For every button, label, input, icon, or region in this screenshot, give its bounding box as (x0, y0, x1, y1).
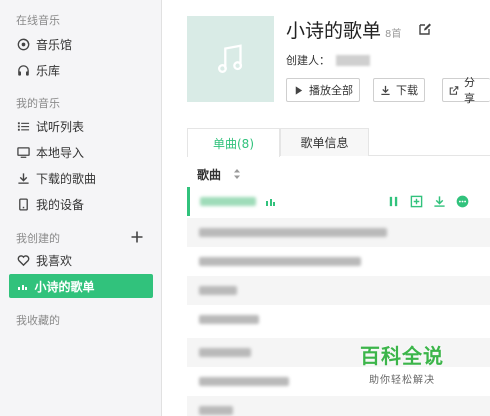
sidebar-item-trial-list[interactable]: 试听列表 (16, 116, 84, 136)
sidebar-item-label: 我的设备 (36, 197, 85, 212)
creator-label: 创建人： (286, 54, 330, 67)
play-all-label: 播放全部 (309, 84, 353, 97)
app-window: 在线音乐 音乐馆 乐库 我的音乐 试听列表 本地导入 下载的歌曲 我的设备 我创… (0, 0, 490, 416)
creator-row: 创建人： (286, 52, 370, 68)
watermark: 百科全说 助你轻松解决 (354, 340, 450, 386)
playlist-cover (187, 16, 274, 102)
section-my-title: 我的音乐 (16, 97, 60, 110)
song-title-blurred (200, 197, 256, 206)
table-row[interactable] (187, 276, 490, 305)
sidebar-item-label: 我喜欢 (36, 253, 73, 268)
song-count: 8首 (385, 29, 402, 40)
song-title-blurred (199, 228, 387, 237)
download-label: 下载 (396, 84, 418, 97)
table-row[interactable] (187, 218, 490, 247)
column-song[interactable]: 歌曲 (197, 166, 221, 183)
download-icon (381, 85, 390, 95)
play-all-button[interactable]: 播放全部 (286, 78, 360, 102)
section-collected-title: 我收藏的 (16, 314, 60, 327)
playing-bars-icon (18, 282, 29, 290)
sidebar-item-label: 乐库 (36, 63, 61, 78)
sidebar-item-label: 音乐馆 (36, 37, 73, 52)
add-to-icon[interactable] (409, 194, 423, 208)
sort-icon[interactable] (233, 168, 241, 180)
tab-playlist-info[interactable]: 歌单信息 (280, 128, 369, 156)
share-button[interactable]: 分享 (442, 76, 490, 105)
song-title-blurred (199, 286, 237, 295)
song-title-blurred (199, 377, 289, 386)
download-button[interactable]: 下载 (373, 78, 425, 102)
plus-icon (131, 231, 143, 243)
edit-icon[interactable] (418, 21, 432, 35)
table-row[interactable] (187, 396, 490, 416)
table-row[interactable] (187, 247, 490, 276)
disc-icon (16, 37, 30, 51)
table-header: 歌曲 (187, 160, 490, 188)
heart-icon (16, 253, 30, 267)
pause-icon[interactable] (386, 194, 400, 208)
sidebar: 在线音乐 音乐馆 乐库 我的音乐 试听列表 本地导入 下载的歌曲 我的设备 我创… (0, 0, 162, 416)
headphones-icon (16, 63, 30, 77)
creator-name[interactable] (336, 54, 370, 66)
watermark-main: 百科全说 (360, 344, 444, 368)
song-title-blurred (199, 406, 233, 415)
sidebar-item-my-devices[interactable]: 我的设备 (16, 194, 84, 214)
sidebar-item-label: 试听列表 (36, 119, 85, 134)
sidebar-item-favorites[interactable]: 我喜欢 (16, 250, 72, 270)
playing-bars-icon (266, 198, 277, 206)
tab-songs[interactable]: 单曲(8) (187, 128, 280, 157)
playlist-title: 小诗的歌单 (286, 20, 382, 42)
download-icon[interactable] (432, 194, 446, 208)
watermark-sub: 助你轻松解决 (369, 375, 435, 386)
play-icon (295, 85, 303, 95)
device-icon (16, 197, 30, 211)
download-icon (16, 171, 30, 185)
table-row[interactable] (187, 187, 490, 216)
share-icon (449, 85, 459, 95)
share-label: 分享 (464, 76, 475, 105)
sidebar-item-xiaoshi-playlist[interactable]: 小诗的歌单 (9, 274, 153, 298)
monitor-icon (16, 145, 30, 159)
sidebar-item-local-import[interactable]: 本地导入 (16, 142, 84, 162)
song-title-blurred (199, 315, 259, 324)
music-note-icon (217, 44, 242, 73)
more-icon[interactable] (455, 194, 469, 208)
song-title-blurred (199, 257, 361, 266)
playlist-title-row: 小诗的歌单 8首 (286, 16, 401, 43)
sidebar-item-label: 下载的歌曲 (36, 171, 97, 186)
sidebar-item-library[interactable]: 乐库 (16, 60, 60, 80)
sidebar-item-label: 小诗的歌单 (34, 279, 95, 294)
create-playlist-button[interactable] (130, 229, 144, 243)
list-icon (16, 119, 30, 133)
sidebar-item-downloaded[interactable]: 下载的歌曲 (16, 168, 96, 188)
table-row[interactable] (187, 305, 490, 334)
sidebar-item-label: 本地导入 (36, 145, 85, 160)
tab-bar: 单曲(8) 歌单信息 (187, 128, 490, 157)
section-online-title: 在线音乐 (16, 14, 60, 27)
sidebar-item-music-hall[interactable]: 音乐馆 (16, 34, 72, 54)
song-title-blurred (199, 348, 251, 357)
section-created-title: 我创建的 (16, 232, 60, 245)
row-actions (386, 194, 478, 208)
